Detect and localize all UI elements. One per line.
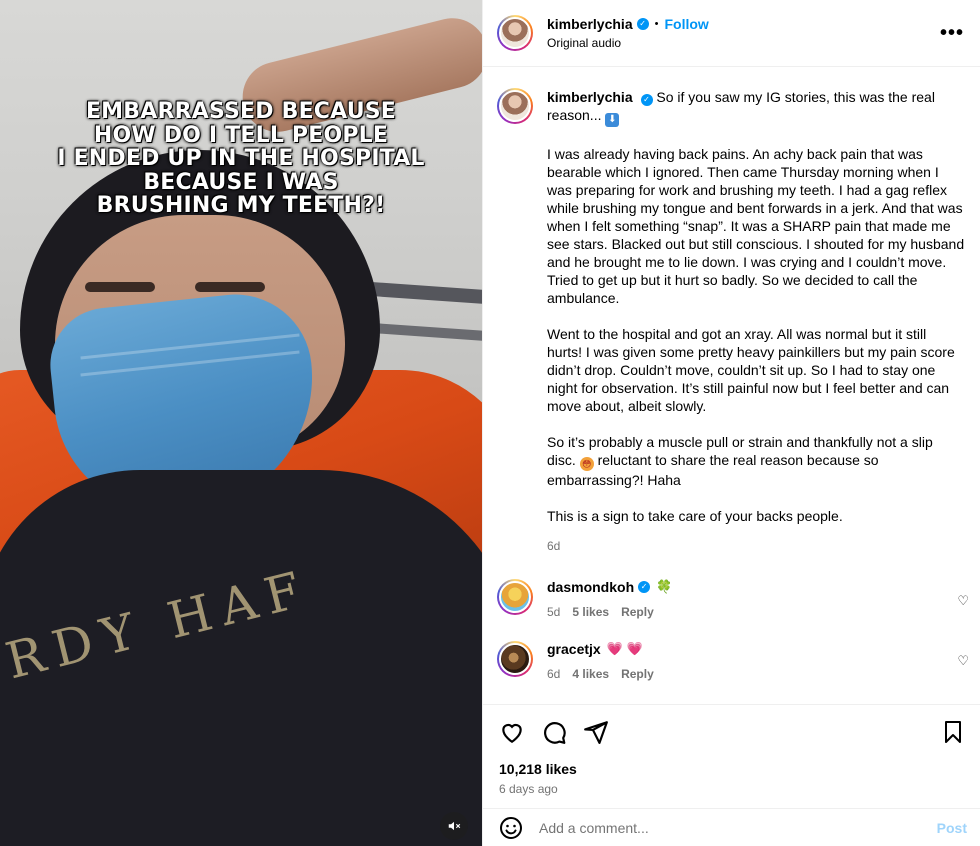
comment-item: dasmondkoh ✓ 🍀 5d 5 likes Reply ♡: [483, 555, 980, 619]
comments-scroll-area[interactable]: kimberlychia ✓ So if you saw my IG stori…: [483, 68, 980, 704]
post-video[interactable]: RDY HAF EMBARRASSED BECAUSE HOW DO I TEL…: [0, 0, 482, 846]
follow-button[interactable]: Follow: [664, 16, 708, 32]
commenter-avatar[interactable]: [497, 641, 533, 677]
flushed-face-emoji-icon: 😳: [579, 457, 594, 471]
commenter-username[interactable]: gracetjx: [547, 641, 601, 657]
commenter-avatar[interactable]: [497, 579, 533, 615]
caption-text: reluctant to share the real reason becau…: [547, 452, 879, 488]
pink-hearts-emoji-icon: 💗💗: [606, 641, 648, 656]
comment-item: gracetjx 💗💗 6d 4 likes Reply ♡: [483, 619, 980, 681]
comment-time[interactable]: 5d: [547, 605, 560, 619]
video-caption-line: EMBARRASSED BECAUSE: [85, 99, 397, 124]
like-heart-icon[interactable]: [499, 719, 525, 745]
caption-body: kimberlychia ✓ So if you saw my IG stori…: [547, 88, 965, 555]
caption-paragraph: I was already having back pains. An achy…: [547, 146, 965, 306]
video-eye-left: [85, 282, 155, 292]
comment-bubble-icon[interactable]: [541, 719, 567, 745]
video-caption-line: I ENDED UP IN THE HOSPITAL: [57, 146, 425, 171]
post-comment-button[interactable]: Post: [937, 820, 967, 836]
separator-dot: •: [654, 18, 659, 30]
comment-input[interactable]: [539, 819, 937, 836]
video-caption-line: BRUSHING MY TEETH?!: [96, 193, 386, 218]
add-comment-bar: Post: [483, 808, 980, 846]
caption-paragraph: This is a sign to take care of your back…: [547, 508, 843, 524]
video-caption-line: BECAUSE I WAS: [143, 169, 339, 195]
video-eye-right: [195, 282, 265, 292]
mute-button[interactable]: [440, 812, 468, 840]
post-date[interactable]: 6 days ago: [499, 782, 965, 796]
author-avatar[interactable]: [497, 88, 533, 124]
commenter-username[interactable]: dasmondkoh: [547, 579, 634, 595]
instagram-post-view: RDY HAF EMBARRASSED BECAUSE HOW DO I TEL…: [0, 0, 980, 846]
author-avatar[interactable]: [497, 15, 533, 51]
verified-badge-icon: ✓: [636, 18, 649, 30]
caption-timestamp[interactable]: 6d: [547, 537, 965, 555]
post-header: kimberlychia ✓ • Follow Original audio •…: [483, 0, 980, 67]
author-info: kimberlychia ✓ • Follow Original audio: [547, 16, 940, 50]
save-bookmark-icon[interactable]: [941, 720, 965, 744]
likes-count[interactable]: 10,218 likes: [499, 761, 965, 777]
comment-like-heart-icon[interactable]: ♡: [957, 653, 969, 669]
post-side-panel: kimberlychia ✓ • Follow Original audio •…: [482, 0, 980, 846]
caption-paragraph: Went to the hospital and got an xray. Al…: [547, 326, 955, 414]
video-caption: EMBARRASSED BECAUSE HOW DO I TELL PEOPLE…: [0, 100, 482, 218]
more-options-icon[interactable]: •••: [940, 23, 964, 43]
emoji-picker-icon[interactable]: [499, 816, 523, 840]
down-arrow-emoji-icon: ⬇: [605, 113, 620, 127]
caption-username[interactable]: kimberlychia: [547, 89, 633, 105]
audio-link[interactable]: Original audio: [547, 36, 940, 50]
reply-button[interactable]: Reply: [621, 605, 654, 619]
author-username[interactable]: kimberlychia: [547, 16, 633, 32]
share-paper-plane-icon[interactable]: [583, 719, 609, 745]
caption-paragraph: So it’s probably a muscle pull or strain…: [547, 433, 965, 489]
comment-time[interactable]: 6d: [547, 667, 560, 681]
speaker-muted-icon: [448, 821, 461, 831]
post-caption: kimberlychia ✓ So if you saw my IG stori…: [483, 68, 980, 555]
reply-button[interactable]: Reply: [621, 667, 654, 681]
video-caption-line: HOW DO I TELL PEOPLE: [93, 122, 389, 148]
comment-likes[interactable]: 5 likes: [572, 605, 609, 619]
verified-badge-icon: ✓: [638, 581, 651, 593]
clover-emoji-icon: 🍀: [656, 579, 673, 594]
post-actions: 10,218 likes 6 days ago: [483, 704, 980, 796]
comment-likes[interactable]: 4 likes: [572, 667, 609, 681]
comment-like-heart-icon[interactable]: ♡: [957, 593, 969, 609]
verified-badge-icon: ✓: [640, 94, 653, 106]
